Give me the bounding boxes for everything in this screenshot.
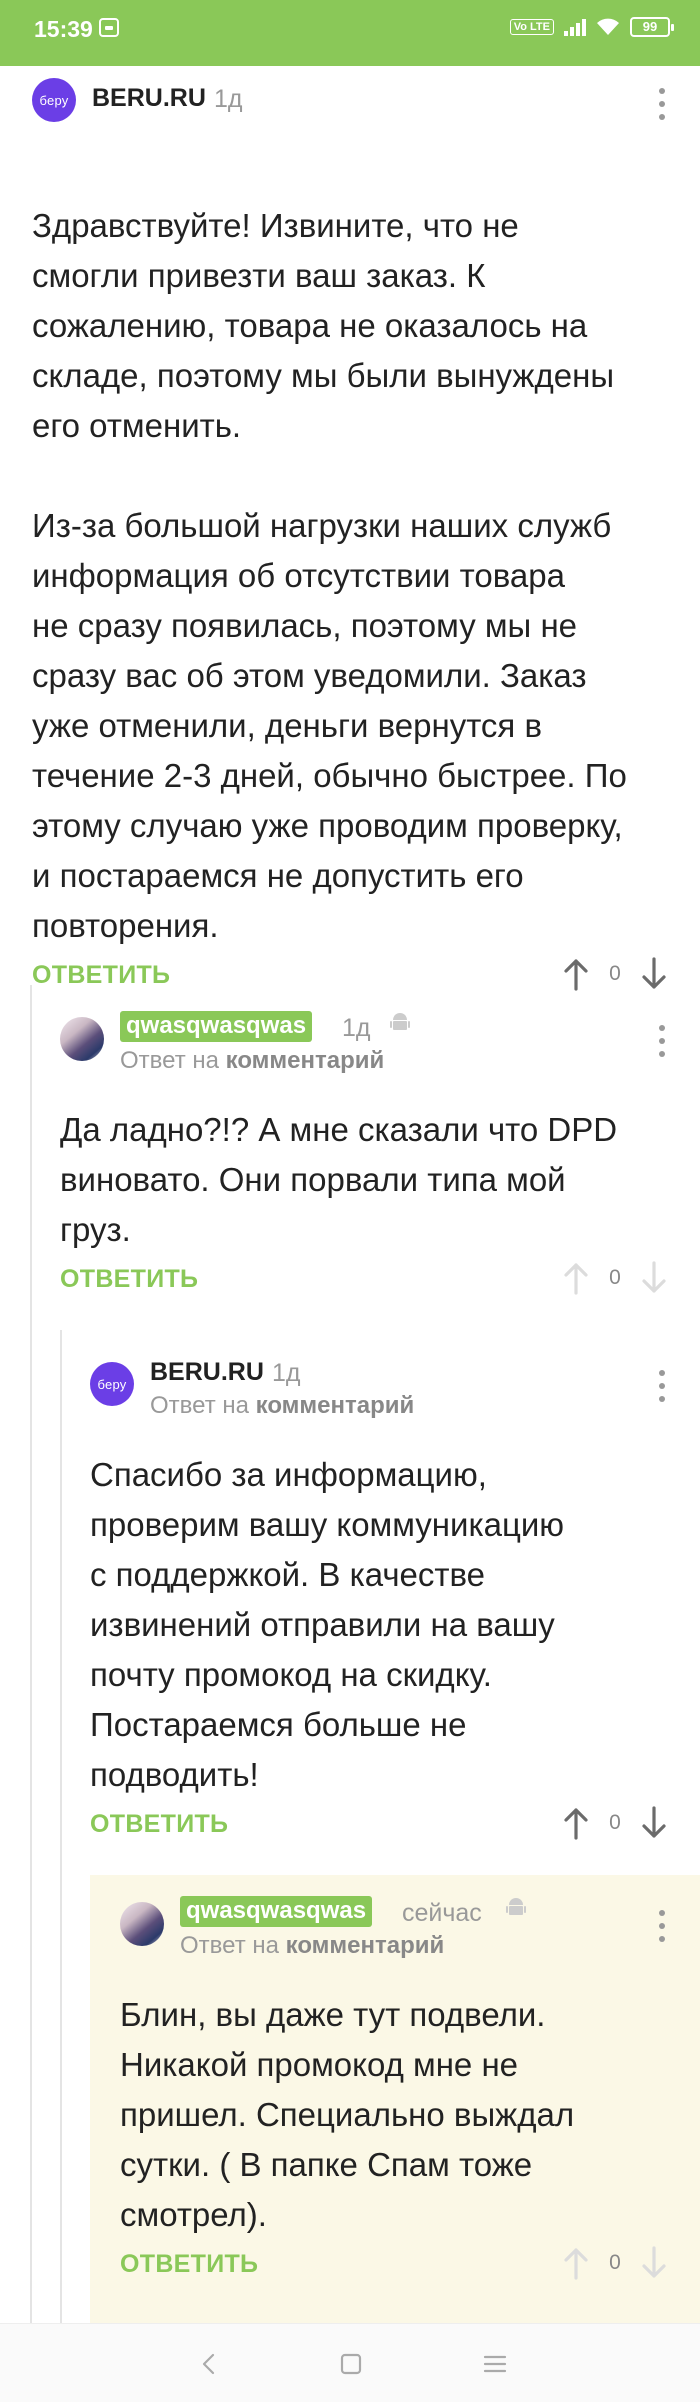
arrow-up-icon[interactable] <box>562 2246 590 2280</box>
status-icons: Vo LTE 99 <box>509 17 674 37</box>
reply-button[interactable]: ОТВЕТИТЬ <box>32 961 170 990</box>
avatar[interactable] <box>120 1902 164 1946</box>
avatar[interactable] <box>60 1017 104 1061</box>
vote-controls: 0 <box>562 957 668 991</box>
arrow-up-icon[interactable] <box>562 957 590 991</box>
android-icon <box>390 1013 410 1030</box>
reply-to-link[interactable]: комментарий <box>286 1932 445 1959</box>
comment-author[interactable]: BERU.RU <box>92 84 206 113</box>
comment-time: 1д <box>272 1359 301 1387</box>
comment-text: Спасибо за информацию, проверим вашу ком… <box>90 1456 565 1793</box>
arrow-down-icon[interactable] <box>640 1806 668 1840</box>
comment-text: Здравствуйте! Извините, что не смогли пр… <box>32 207 627 944</box>
reply-button[interactable]: ОТВЕТИТЬ <box>60 1265 198 1294</box>
thread-line <box>60 1330 62 2323</box>
reply-to-link[interactable]: комментарий <box>226 1047 385 1074</box>
vote-score: 0 <box>609 2251 621 2274</box>
comment-author[interactable]: qwasqwasqwas <box>180 1896 373 1927</box>
comment-author[interactable]: BERU.RU <box>150 1358 264 1387</box>
status-bar: 15:39 Vo LTE 99 <box>0 0 700 66</box>
reply-button[interactable]: ОТВЕТИТЬ <box>120 2250 258 2279</box>
reply-to-link[interactable]: комментарий <box>256 1392 415 1419</box>
comment: qwasqwasqwas 1д Ответ на комментарий Да … <box>60 1005 668 1305</box>
battery-icon: 99 <box>630 17 674 37</box>
arrow-down-icon[interactable] <box>640 1261 668 1295</box>
vote-controls: 0 <box>562 1261 668 1295</box>
avatar[interactable]: беру <box>90 1362 134 1406</box>
comment-actions: ОТВЕТИТЬ 0 <box>32 957 668 1001</box>
arrow-down-icon[interactable] <box>640 2246 668 2280</box>
comment-time: 1д <box>214 85 243 113</box>
comment-text: Блин, вы даже тут подвели. Никакой промо… <box>120 1996 575 2233</box>
comment: беру BERU.RU 1д Здравствуйте! Извините, … <box>32 76 668 1001</box>
arrow-up-icon[interactable] <box>562 1261 590 1295</box>
comment-actions: ОТВЕТИТЬ 0 <box>90 1806 668 1850</box>
message-notification-icon <box>99 18 119 37</box>
signal-icon <box>564 18 586 36</box>
comment: беру BERU.RU 1д Ответ на комментарий Спа… <box>90 1350 668 1850</box>
comment-header: беру BERU.RU 1д <box>32 76 668 126</box>
menu-icon[interactable] <box>480 2350 510 2378</box>
comment-time: сейчас <box>402 1899 482 1927</box>
comment-actions: ОТВЕТИТЬ 0 <box>60 1261 668 1305</box>
status-time: 15:39 <box>34 16 93 42</box>
reply-to: Ответ на комментарий <box>120 1047 385 1074</box>
home-icon[interactable] <box>336 2350 366 2378</box>
vote-controls: 0 <box>562 1806 668 1840</box>
system-nav-bar <box>0 2323 700 2402</box>
comment-text: Да ладно?!? А мне сказали что DPD винова… <box>60 1111 618 1248</box>
vote-score: 0 <box>609 1266 621 1289</box>
comment-header: беру BERU.RU 1д Ответ на комментарий <box>90 1350 668 1419</box>
more-vertical-icon[interactable] <box>656 88 668 120</box>
reply-to: Ответ на комментарий <box>180 1932 445 1959</box>
more-vertical-icon[interactable] <box>656 1025 668 1057</box>
android-icon <box>506 1898 526 1915</box>
more-vertical-icon[interactable] <box>656 1370 668 1402</box>
avatar[interactable]: беру <box>32 78 76 122</box>
thread-line <box>30 985 32 2323</box>
vote-controls: 0 <box>562 2246 668 2280</box>
comment-header: qwasqwasqwas 1д Ответ на комментарий <box>60 1005 668 1074</box>
vote-score: 0 <box>609 1811 621 1834</box>
volte-icon: Vo LTE <box>509 19 554 35</box>
comment-author[interactable]: qwasqwasqwas <box>120 1011 313 1042</box>
arrow-down-icon[interactable] <box>640 957 668 991</box>
comment-time: 1д <box>342 1014 371 1042</box>
vote-score: 0 <box>609 962 621 985</box>
comment: qwasqwasqwas сейчас Ответ на комментарий… <box>120 1890 668 2290</box>
back-icon[interactable] <box>194 2350 224 2378</box>
comment-actions: ОТВЕТИТЬ 0 <box>120 2246 668 2290</box>
wifi-icon <box>597 18 619 35</box>
reply-to: Ответ на комментарий <box>150 1392 415 1419</box>
comment-header: qwasqwasqwas сейчас Ответ на комментарий <box>120 1890 668 1959</box>
arrow-up-icon[interactable] <box>562 1806 590 1840</box>
more-vertical-icon[interactable] <box>656 1910 668 1942</box>
reply-button[interactable]: ОТВЕТИТЬ <box>90 1810 228 1839</box>
